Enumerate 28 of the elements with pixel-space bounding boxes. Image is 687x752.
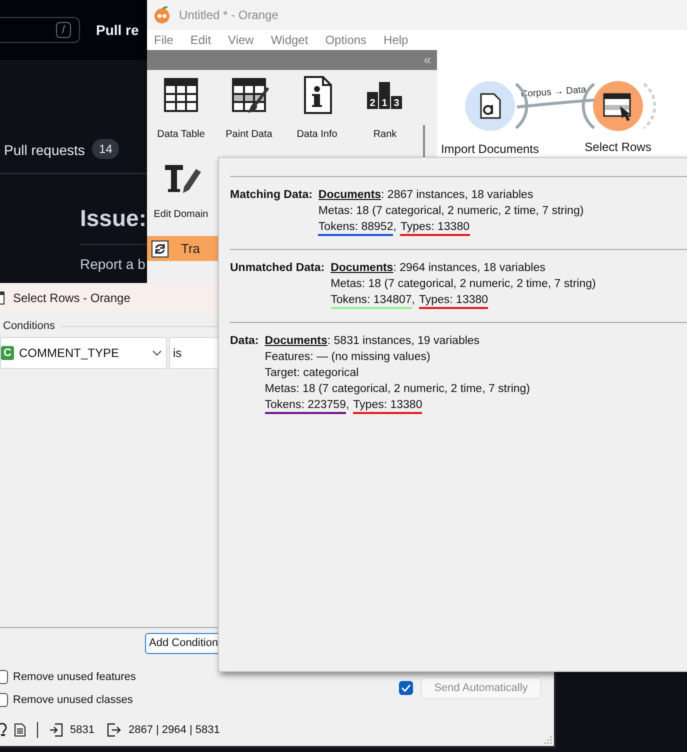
underlined-count: Tokens: 134807 [330,294,412,309]
comma-text: , [412,294,415,306]
section-label: Matching Data: [230,188,312,203]
underlined-count: Types: 13380 [353,399,422,414]
comma-text: , [393,221,396,233]
issue-text: Report a b [80,256,146,272]
window-title: Select Rows - Orange [13,290,130,304]
info-line: Documents: 2867 instances, 18 variables [318,188,534,203]
window-title: Untitled * - Orange [179,8,278,22]
underlined-count: Types: 13380 [418,294,488,309]
type-badge: C [1,346,14,360]
info-line: Metas: 18 (7 categorical, 2 numeric, 2 time, 7 string) [330,277,596,292]
shortcut-key: / [56,22,71,38]
info-line: Features: — (no missing values) [264,350,432,365]
underlined-count: Tokens: 88952 [318,221,394,236]
info-line: Documents: 5831 instances, 19 variables [264,334,481,349]
info-line: Documents: 2964 instances, 18 variables [330,261,546,276]
info-line: Target: categorical [264,366,360,381]
info-line: Metas: 18 (7 categorical, 2 numeric, 2 time, 7 string) [264,382,530,397]
comma-text: , [346,399,350,411]
group-label: Conditions [3,320,55,332]
section-label: Unmatched Data: [230,261,325,276]
count-badge: 14 [92,139,120,159]
underlined-count: Types: 13380 [400,221,470,236]
output-counts: 2867 | 2964 | 5831 [128,724,220,736]
underlined-count: Tokens: 223759 [264,399,346,414]
section-label: Data: [230,334,259,349]
input-count: 5831 [70,724,94,736]
